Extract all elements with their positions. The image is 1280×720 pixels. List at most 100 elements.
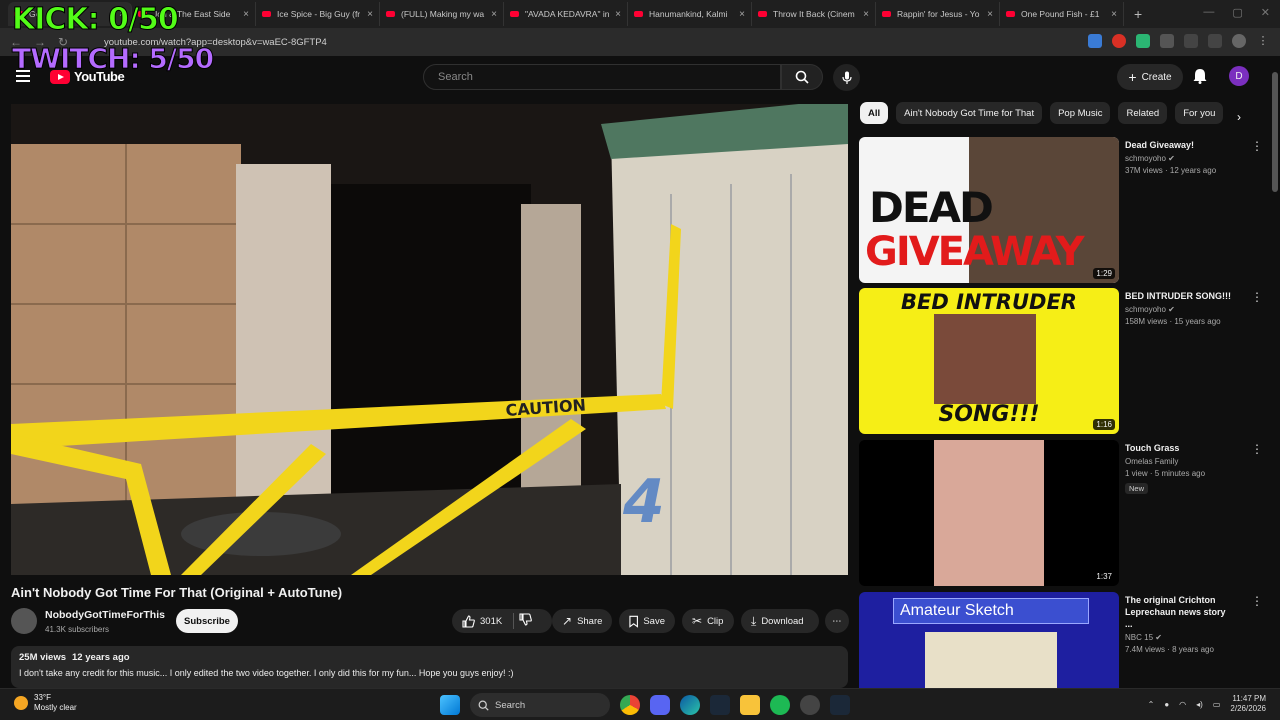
close-window-icon[interactable]: ✕ [1261,6,1270,19]
minimize-icon[interactable]: — [1203,6,1214,19]
recommendation-title[interactable]: The original Crichton Leprechaun news st… [1125,594,1235,630]
close-tab-icon[interactable]: × [863,9,869,20]
download-icon: ⤓ [751,613,757,628]
chip-pop-music[interactable]: Pop Music [1050,102,1111,124]
account-avatar[interactable]: D [1229,66,1249,86]
channel-name[interactable]: NobodyGotTimeForThis [45,609,165,621]
close-tab-icon[interactable]: × [987,9,993,20]
youtube-icon [758,11,767,17]
video-thumbnail[interactable]: Amateur Sketch [859,592,1119,688]
chevron-right-icon[interactable]: › [1237,110,1241,124]
download-button[interactable]: ⤓ Download [741,609,819,633]
new-tab-button[interactable]: + [1134,6,1142,22]
steam-icon[interactable] [830,695,850,715]
save-button[interactable]: Save [619,609,675,633]
voice-search-button[interactable] [833,64,860,91]
menu-icon[interactable]: ⋮ [1256,34,1270,48]
clip-button[interactable]: ✂ Clip [682,609,734,633]
maximize-icon[interactable]: ▢ [1232,6,1242,19]
video-thumbnail[interactable]: DEAD GIVEAWAY 1:29 [859,137,1119,283]
file-explorer-icon[interactable] [740,695,760,715]
taskbar-apps: Search [440,693,850,717]
system-tray: ⌃ ● ◠ ◂) ▭ 11:47 PM 2/26/2026 [1148,694,1266,714]
microphone-icon[interactable]: ● [1164,700,1169,709]
wifi-icon[interactable]: ◠ [1179,700,1186,709]
dislike-button[interactable] [519,613,533,629]
chip-for-you[interactable]: For you [1175,102,1224,124]
steam-icon[interactable] [710,695,730,715]
chip-all[interactable]: All [860,102,889,124]
extension-icon[interactable] [1136,34,1150,48]
recommendation-title[interactable]: Touch Grass [1125,442,1235,454]
close-tab-icon[interactable]: × [1111,9,1117,20]
windows-start-icon[interactable] [440,695,460,715]
search-button[interactable] [781,64,823,90]
description-text: I don't take any credit for this music..… [19,668,514,678]
recommendation-title[interactable]: Dead Giveaway! [1125,139,1235,151]
recommendation-item[interactable]: 1:37 Touch Grass Omelas Family 1 view · … [859,440,1263,586]
browser-tab[interactable]: Ice Spice - Big Guy (fr × [256,2,380,26]
scrollbar-thumb[interactable] [1272,72,1278,192]
page-scrollbar[interactable] [1272,60,1278,686]
profile-icon[interactable] [1232,34,1246,48]
more-vertical-icon[interactable]: ⋮ [1251,594,1263,608]
channel-label: NBC 15 [1125,633,1154,642]
recommendation-channel[interactable]: NBC 15 ✔ [1125,633,1235,642]
taskbar-search[interactable]: Search [470,693,610,717]
recommendation-channel[interactable]: schmoyoho ✔ [1125,305,1235,314]
more-vertical-icon[interactable]: ⋮ [1251,139,1263,153]
puzzle-icon[interactable] [1184,34,1198,48]
battery-icon[interactable]: ▭ [1213,700,1221,709]
chrome-icon[interactable] [620,695,640,715]
video-thumbnail[interactable]: 1:37 [859,440,1119,586]
browser-tab[interactable]: "AVADA KEDAVRA" in × [504,2,628,26]
more-vertical-icon[interactable]: ⋮ [1251,290,1263,304]
search-input[interactable]: Search [423,64,781,90]
clock[interactable]: 11:47 PM 2/26/2026 [1230,694,1266,714]
recommendation-item[interactable]: DEAD GIVEAWAY 1:29 Dead Giveaway! schmoy… [859,137,1263,283]
video-player[interactable]: CAUTION 4 [11,104,848,575]
chevron-up-icon[interactable]: ⌃ [1148,700,1155,709]
recommendation-meta: 37M views · 12 years ago [1125,166,1217,175]
temperature: 33°F [34,693,51,702]
chip-related[interactable]: Related [1118,102,1168,124]
video-thumbnail[interactable]: BED INTRUDER SONG!!! 1:16 [859,288,1119,434]
discord-icon[interactable] [650,695,670,715]
browser-tab[interactable]: (FULL) Making my wa × [380,2,504,26]
weather-widget[interactable]: 33°F Mostly clear [14,693,77,713]
channel-avatar[interactable] [11,608,37,634]
extension-icon[interactable] [1160,34,1174,48]
description-box[interactable]: 25M views 12 years ago I don't take any c… [11,646,848,688]
notifications-button[interactable] [1193,68,1207,89]
recommendation-item[interactable]: Amateur Sketch The original Crichton Lep… [859,592,1263,688]
chip-aint-nobody[interactable]: Ain't Nobody Got Time for That [896,102,1043,124]
more-vertical-icon[interactable]: ⋮ [1251,442,1263,456]
spotify-icon[interactable] [770,695,790,715]
browser-tab[interactable]: Rappin' for Jesus - Yo × [876,2,1000,26]
browser-tab[interactable]: Throw It Back (Cinem × [752,2,876,26]
close-tab-icon[interactable]: × [615,9,621,20]
recommendation-channel[interactable]: Omelas Family [1125,457,1235,466]
close-tab-icon[interactable]: × [243,9,249,20]
more-actions-button[interactable]: ⋯ [825,609,849,633]
browser-tab[interactable]: One Pound Fish - £1 × [1000,2,1124,26]
sidebar-icon[interactable] [1208,34,1222,48]
subscribe-button[interactable]: Subscribe [176,609,238,633]
twitch-counter: TWITCH: 5/50 [11,42,214,76]
extension-icon[interactable] [1088,34,1102,48]
volume-icon[interactable]: ◂) [1196,700,1203,709]
close-tab-icon[interactable]: × [739,9,745,20]
recommendation-item[interactable]: BED INTRUDER SONG!!! 1:16 BED INTRUDER S… [859,288,1263,434]
close-tab-icon[interactable]: × [367,9,373,20]
close-tab-icon[interactable]: × [491,9,497,20]
recommendation-channel[interactable]: schmoyoho ✔ [1125,154,1235,163]
like-button[interactable]: 301K [462,614,502,628]
app-icon[interactable] [800,695,820,715]
create-button[interactable]: + Create [1117,64,1183,90]
edge-icon[interactable] [680,695,700,715]
browser-tab[interactable]: Hanumankind, Kalmi × [628,2,752,26]
share-button[interactable]: ↗ Share [552,609,612,633]
recommendation-title[interactable]: BED INTRUDER SONG!!! [1125,290,1235,302]
divider [513,613,515,629]
extension-icon[interactable] [1112,34,1126,48]
